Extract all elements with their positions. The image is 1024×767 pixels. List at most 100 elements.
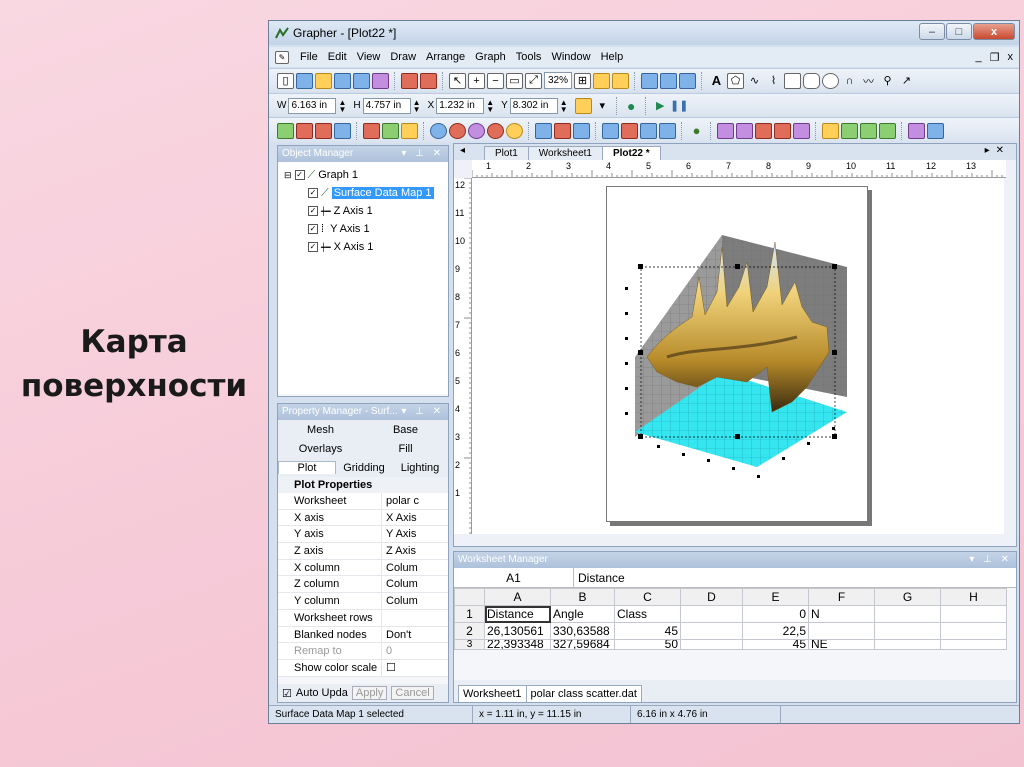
table-cell[interactable]: 45 xyxy=(614,622,681,640)
fit-curve-icon[interactable] xyxy=(841,122,858,139)
apply-button[interactable]: Apply xyxy=(351,686,388,700)
graph-wizard-icon[interactable] xyxy=(908,122,925,139)
rose-plot-icon[interactable] xyxy=(468,122,485,139)
property-row[interactable]: Show color scale ☐ xyxy=(278,659,448,677)
rectangle-icon[interactable] xyxy=(784,72,801,89)
table-cell[interactable]: 0 xyxy=(742,605,809,623)
grab-icon[interactable] xyxy=(612,72,629,89)
bar-chart-icon[interactable] xyxy=(363,122,380,139)
play-icon[interactable]: ▶ xyxy=(652,98,669,114)
polar-bar-icon[interactable] xyxy=(449,122,466,139)
ternary-plot-icon[interactable] xyxy=(535,122,552,139)
property-value[interactable]: Y Axis xyxy=(382,526,448,542)
3d-bar-icon[interactable] xyxy=(755,122,772,139)
property-value[interactable]: X Axis xyxy=(382,510,448,526)
floating-bar-icon[interactable] xyxy=(401,122,418,139)
stacked-bar-icon[interactable] xyxy=(382,122,399,139)
step-plot-icon[interactable] xyxy=(315,122,332,139)
zoom-out-icon[interactable]: − xyxy=(487,72,504,89)
table-cell[interactable]: 50 xyxy=(614,639,681,650)
spline-icon[interactable]: ⌇ xyxy=(765,73,782,89)
3d-wall-icon[interactable] xyxy=(736,122,753,139)
tree-item-y-axis[interactable]: ✓ ⁞ Y Axis 1 xyxy=(282,220,444,238)
zoom-in-icon[interactable]: + xyxy=(468,72,485,89)
record-icon[interactable]: ● xyxy=(623,98,640,114)
tree-item-surface-map[interactable]: ✓ ⟋ Surface Data Map 1 xyxy=(282,184,444,202)
property-value[interactable]: Colum xyxy=(382,560,448,576)
tab-plot[interactable]: Plot xyxy=(278,461,336,474)
menu-help[interactable]: Help xyxy=(596,51,629,63)
error-bar-icon[interactable] xyxy=(860,122,877,139)
table-cell[interactable]: 327,59684 xyxy=(550,639,615,650)
text-icon[interactable]: A xyxy=(708,73,725,89)
freehand-icon[interactable]: 〰 xyxy=(860,73,877,89)
x-position-field[interactable]: 1.232 in xyxy=(436,97,485,114)
mdi-minimize-button[interactable]: _ xyxy=(976,51,982,64)
width-spinner[interactable]: ▲ ▼ xyxy=(338,98,346,113)
cell-address-field[interactable]: A1 xyxy=(454,568,574,587)
property-value[interactable]: Colum xyxy=(382,576,448,592)
table-cell[interactable]: Distance xyxy=(484,605,551,623)
selection-handle[interactable] xyxy=(832,264,837,269)
mdi-close-button[interactable]: x xyxy=(1008,51,1014,64)
tab-overlays[interactable]: Overlays xyxy=(278,443,363,455)
pie-chart-icon[interactable] xyxy=(640,122,657,139)
menu-file[interactable]: File xyxy=(295,51,323,63)
ternary-bubble-icon[interactable] xyxy=(554,122,571,139)
tabs-left-arrow-icon[interactable]: ◂ xyxy=(460,145,465,156)
tabs-nav-icon[interactable]: ▸✕ xyxy=(985,145,1010,156)
row-header[interactable]: 3 xyxy=(454,639,485,650)
collapse-icon[interactable]: ⊟ xyxy=(284,170,292,181)
table-cell[interactable]: 22,5 xyxy=(742,622,809,640)
3d-floating-bar-icon[interactable] xyxy=(774,122,791,139)
redo-icon[interactable] xyxy=(420,72,437,89)
polyline-icon[interactable]: ∿ xyxy=(746,73,763,89)
panel-controls-icon[interactable]: ▾ ⊥ ✕ xyxy=(969,552,1012,568)
selection-handle[interactable] xyxy=(735,434,740,439)
tree-item-x-axis[interactable]: ✓ ┿━ X Axis 1 xyxy=(282,238,444,256)
scatter-plot-icon[interactable] xyxy=(296,122,313,139)
curve-icon[interactable]: ∩ xyxy=(841,73,858,89)
property-row[interactable]: Z axis Z Axis xyxy=(278,543,448,560)
property-row[interactable]: Worksheet polar c xyxy=(278,493,448,510)
selection-handle[interactable] xyxy=(735,264,740,269)
table-cell[interactable] xyxy=(940,622,1007,640)
table-cell[interactable]: Angle xyxy=(550,605,615,623)
table-cell[interactable]: 45 xyxy=(742,639,809,650)
table-cell[interactable] xyxy=(680,605,743,623)
menu-view[interactable]: View xyxy=(352,51,386,63)
menu-tools[interactable]: Tools xyxy=(511,51,547,63)
print-icon[interactable] xyxy=(372,72,389,89)
selection-handle[interactable] xyxy=(832,434,837,439)
y-position-field[interactable]: 8.302 in xyxy=(509,97,558,114)
maximize-button[interactable]: □ xyxy=(946,23,972,40)
contour-map-icon[interactable] xyxy=(573,122,590,139)
table-cell[interactable]: N xyxy=(808,605,875,623)
section-plot-properties[interactable]: Plot Properties xyxy=(278,477,448,493)
column-header[interactable]: B xyxy=(550,588,615,606)
rotate-icon[interactable] xyxy=(660,72,677,89)
selection-handle[interactable] xyxy=(638,434,643,439)
property-row[interactable]: Worksheet rows xyxy=(278,609,448,627)
tab-plot1[interactable]: Plot1 xyxy=(484,146,529,160)
tab-lighting[interactable]: Lighting xyxy=(392,462,448,474)
column-header[interactable]: D xyxy=(680,588,743,606)
property-value[interactable]: Z Axis xyxy=(382,543,448,559)
x-spinner[interactable]: ▲ ▼ xyxy=(486,98,494,113)
row-header[interactable]: 2 xyxy=(454,622,485,640)
save-icon[interactable] xyxy=(334,72,351,89)
table-cell[interactable] xyxy=(874,605,941,623)
zoom-level-field[interactable]: 32% xyxy=(544,72,572,89)
menu-graph[interactable]: Graph xyxy=(470,51,511,63)
reshape-icon[interactable] xyxy=(679,72,696,89)
undo-icon[interactable] xyxy=(401,72,418,89)
lock-icon[interactable] xyxy=(574,97,592,114)
tab-fill[interactable]: Fill xyxy=(363,443,448,455)
property-value[interactable]: Don't xyxy=(382,627,448,643)
table-cell[interactable] xyxy=(680,639,743,650)
rounded-rectangle-icon[interactable] xyxy=(803,72,820,89)
height-spinner[interactable]: ▲ ▼ xyxy=(413,98,421,113)
width-field[interactable]: 6.163 in xyxy=(288,97,337,114)
tab-polar-class-scatter[interactable]: polar class scatter.dat xyxy=(525,685,642,702)
doughnut-icon[interactable] xyxy=(659,122,676,139)
